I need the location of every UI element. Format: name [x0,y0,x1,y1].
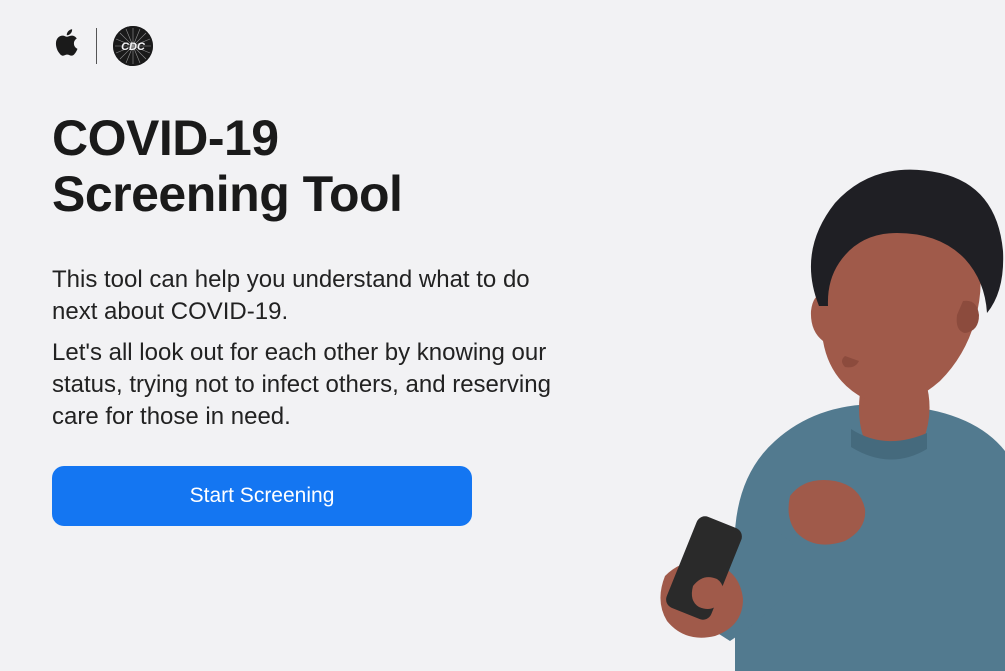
start-screening-button[interactable]: Start Screening [52,466,472,526]
apple-logo-icon [52,27,80,66]
svg-text:CDC: CDC [121,41,146,53]
description-paragraph-2: Let's all look out for each other by kno… [52,337,560,432]
page-title: COVID-19 Screening Tool [52,110,560,222]
description: This tool can help you understand what t… [52,264,560,432]
cdc-logo-icon: CDC [113,26,153,66]
person-holding-phone-illustration [545,131,1005,671]
description-paragraph-1: This tool can help you understand what t… [52,264,560,327]
logo-divider [96,28,97,64]
title-line-1: COVID-19 [52,110,279,166]
title-line-2: Screening Tool [52,166,402,222]
main-content: COVID-19 Screening Tool This tool can he… [0,66,560,526]
logo-bar: CDC [0,0,1005,66]
